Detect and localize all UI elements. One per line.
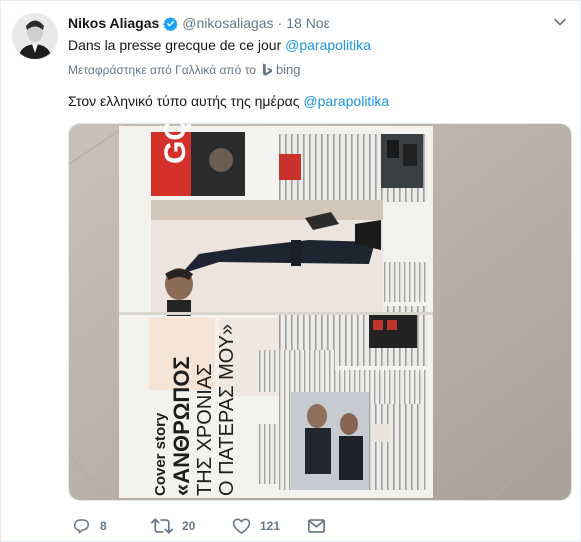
like-count: 121 (260, 519, 281, 533)
translated-text-body: Στον ελληνικό τύπο αυτής της ημέρας (68, 93, 300, 109)
user-handle[interactable]: @nikosaliagas (182, 15, 273, 31)
translated-mention-link[interactable]: @parapolitika (303, 93, 389, 109)
translated-text: Στον ελληνικό τύπο αυτής της ημέρας @par… (68, 91, 389, 111)
tweet-text-body: Dans la presse grecque de ce jour (68, 37, 282, 53)
heart-icon (232, 518, 251, 534)
tweet-text: Dans la presse grecque de ce jour @parap… (68, 35, 371, 55)
retweet-button[interactable]: 20 (151, 515, 195, 537)
reply-icon (74, 519, 89, 534)
translation-note: Μεταφράστηκε από Γαλλικά από το bing (68, 62, 301, 77)
svg-text:GQ: GQ (159, 124, 192, 164)
separator-dot: · (277, 15, 283, 31)
tweet-photo[interactable]: GQ Cover story «ΑΝΘΡΩΠΟΣ ΤΗΣ ΧΡΟΝΙΑΣ Ο Π… (68, 123, 572, 501)
tweet-header: Nikos Aliagas @nikosaliagas · 18 Noε (68, 13, 330, 33)
cover-story-label: Cover story (152, 412, 169, 496)
headline-line-1: «ΑΝΘΡΩΠΟΣ (169, 356, 194, 496)
retweet-icon (151, 518, 173, 534)
like-button[interactable]: 121 (232, 515, 280, 537)
envelope-icon (308, 519, 325, 533)
display-name[interactable]: Nikos Aliagas (68, 15, 159, 31)
mention-link[interactable]: @parapolitika (285, 37, 371, 53)
direct-message-button[interactable] (308, 515, 334, 537)
verified-badge-icon (163, 16, 179, 31)
avatar[interactable] (12, 13, 58, 59)
chevron-down-icon[interactable] (553, 15, 567, 29)
reply-count: 8 (100, 519, 107, 533)
bing-logo-icon[interactable]: bing (262, 62, 301, 77)
tweet-card[interactable]: Nikos Aliagas @nikosaliagas · 18 Noε Dan… (0, 0, 581, 542)
tweet-timestamp[interactable]: 18 Noε (286, 15, 330, 31)
translation-label: Μεταφράστηκε από Γαλλικά από το (68, 62, 256, 77)
reply-button[interactable]: 8 (72, 515, 107, 537)
headline-line-2: ΤΗΣ ΧΡΟΝΙΑΣ (194, 363, 216, 496)
tweet-actions: 8 20 121 (68, 515, 528, 537)
bing-logo-text: bing (275, 62, 301, 77)
retweet-count: 20 (182, 519, 196, 533)
headline-line-3: Ο ΠΑΤΕΡΑΣ ΜΟΥ» (216, 324, 238, 496)
